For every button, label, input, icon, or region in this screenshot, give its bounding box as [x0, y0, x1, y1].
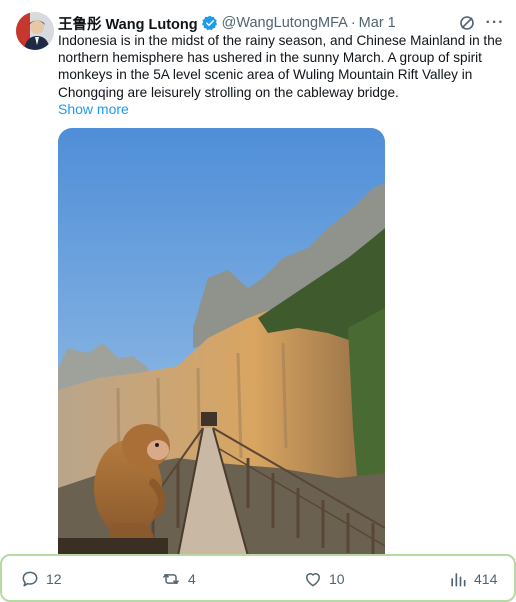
tweet-card[interactable]: 王鲁彤 Wang Lutong @WangLutongMFA · Mar 1 ·… [6, 4, 512, 556]
like-button[interactable]: 10 [303, 569, 345, 589]
avatar[interactable] [16, 12, 54, 50]
show-more-link[interactable]: Show more [58, 101, 129, 117]
display-name[interactable]: 王鲁彤 Wang Lutong [58, 13, 198, 34]
tweet-action-bar: 12 4 10 414 [0, 554, 516, 602]
more-options-icon[interactable]: ··· [486, 14, 504, 32]
tweet-photo[interactable] [58, 128, 385, 556]
header-icons: ··· [458, 14, 504, 32]
views-count: 414 [474, 571, 498, 587]
views-button[interactable]: 414 [448, 569, 497, 589]
grok-icon[interactable] [458, 14, 476, 32]
user-handle[interactable]: @WangLutongMFA [222, 15, 348, 31]
repost-button[interactable]: 4 [160, 569, 196, 589]
like-count: 10 [329, 571, 345, 587]
reply-count: 12 [46, 571, 62, 587]
repost-count: 4 [188, 571, 196, 587]
views-icon [448, 569, 468, 589]
reply-icon [20, 569, 40, 589]
like-icon [303, 569, 323, 589]
tweet-header: 王鲁彤 Wang Lutong @WangLutongMFA · Mar 1 ·… [58, 12, 504, 34]
separator-dot: · [350, 15, 356, 31]
tweet-text: Indonesia is in the midst of the rainy s… [58, 33, 503, 100]
repost-icon [160, 569, 182, 589]
tweet-date[interactable]: Mar 1 [359, 15, 396, 31]
verified-badge-icon [201, 15, 218, 31]
reply-button[interactable]: 12 [20, 569, 62, 589]
